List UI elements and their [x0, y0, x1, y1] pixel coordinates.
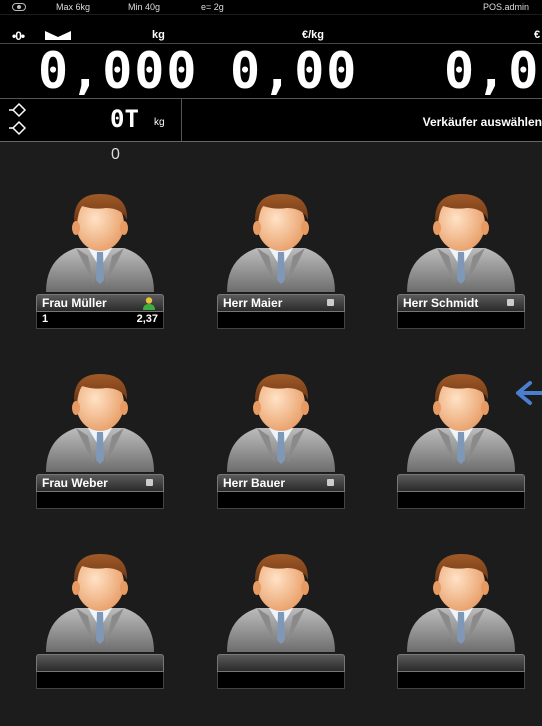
seller-avatar-icon[interactable] [217, 364, 345, 472]
total-price-display: 0,00 [444, 44, 542, 99]
seller-name-bar[interactable]: Frau Müller [36, 294, 164, 312]
seller-name-bar[interactable] [397, 654, 525, 672]
max-capacity: Max 6kg [56, 2, 91, 12]
seller-menu-icon[interactable] [327, 299, 334, 306]
seller-tile[interactable]: Frau Weber [36, 364, 164, 534]
total-unit: € [534, 29, 541, 41]
seller-avatar-icon[interactable] [36, 184, 164, 292]
price-unit: €/kg [302, 29, 325, 41]
seller-avatar-icon[interactable] [217, 184, 345, 292]
weight-price-display: 0,000 0,00 0,00 [0, 44, 542, 99]
seller-info-bar [36, 492, 164, 509]
status-bar: Max 6kg Min 40g e= 2g POS.admin [0, 0, 542, 14]
seller-tile[interactable] [36, 544, 164, 714]
seller-name-bar[interactable]: Herr Schmidt [397, 294, 525, 312]
seller-info-bar [217, 312, 345, 329]
seller-total: 2,37 [136, 313, 158, 325]
unit-price-display: 0,00 [230, 44, 359, 99]
seller-name-bar[interactable] [397, 474, 525, 492]
seller-item-count: 1 [42, 313, 49, 325]
active-user-icon [143, 297, 155, 310]
seller-avatar-icon[interactable] [397, 364, 525, 472]
row-divider [181, 99, 182, 141]
seller-tile[interactable]: Herr Maier [217, 184, 345, 354]
seller-info-bar [397, 312, 525, 329]
seller-name-bar[interactable]: Herr Maier [217, 294, 345, 312]
seller-info-bar: 1 2,37 [36, 312, 164, 329]
seller-tile[interactable] [217, 544, 345, 714]
seller-name: Herr Maier [223, 296, 283, 310]
seller-info-bar [397, 492, 525, 509]
pos-scale-screen: Max 6kg Min 40g e= 2g POS.admin •0• kg €… [0, 0, 542, 726]
seller-name: Herr Schmidt [403, 296, 479, 310]
tare-seller-row: 0T kg Verkäufer auswählen [0, 99, 542, 142]
seller-name-bar[interactable] [36, 654, 164, 672]
seller-avatar-icon[interactable] [36, 364, 164, 472]
seller-tile[interactable]: Herr Bauer [217, 364, 345, 534]
seller-name-bar[interactable] [217, 654, 345, 672]
seller-name-bar[interactable]: Frau Weber [36, 474, 164, 492]
seller-tile[interactable] [397, 364, 525, 534]
tare-icon [9, 102, 27, 136]
seller-prompt: Verkäufer auswählen [422, 115, 542, 129]
seller-info-bar [36, 672, 164, 689]
seller-menu-icon[interactable] [327, 479, 334, 486]
logged-in-user: POS.admin [483, 2, 530, 12]
seller-info-bar [217, 492, 345, 509]
seller-avatar-icon[interactable] [217, 544, 345, 652]
seller-avatar-icon[interactable] [36, 544, 164, 652]
scale-interval: e= 2g [201, 2, 224, 12]
seller-avatar-icon[interactable] [397, 544, 525, 652]
tare-value: 0T [110, 105, 139, 133]
seller-tile[interactable]: Herr Schmidt [397, 184, 525, 354]
weight-unit: kg [152, 29, 165, 41]
seller-tile[interactable] [397, 544, 525, 714]
item-count: 0 [111, 146, 120, 163]
seller-name: Herr Bauer [223, 476, 286, 490]
seller-info-bar [397, 672, 525, 689]
seller-info-bar [217, 672, 345, 689]
seller-name: Frau Müller [42, 296, 107, 310]
min-capacity: Min 40g [128, 2, 161, 12]
tare-unit: kg [154, 117, 165, 128]
tare-indicator-icon [45, 31, 71, 40]
level-indicator-icon [12, 3, 26, 11]
seller-menu-icon[interactable] [507, 299, 514, 306]
zero-icon: •0• [12, 29, 25, 43]
seller-name: Frau Weber [42, 476, 108, 490]
weight-display: 0,000 [38, 44, 199, 99]
seller-name-bar[interactable]: Herr Bauer [217, 474, 345, 492]
seller-avatar-icon[interactable] [397, 184, 525, 292]
seller-menu-icon[interactable] [146, 479, 153, 486]
unit-row: •0• kg €/kg € [0, 15, 542, 44]
seller-tile[interactable]: Frau Müller 1 2,37 [36, 184, 164, 354]
